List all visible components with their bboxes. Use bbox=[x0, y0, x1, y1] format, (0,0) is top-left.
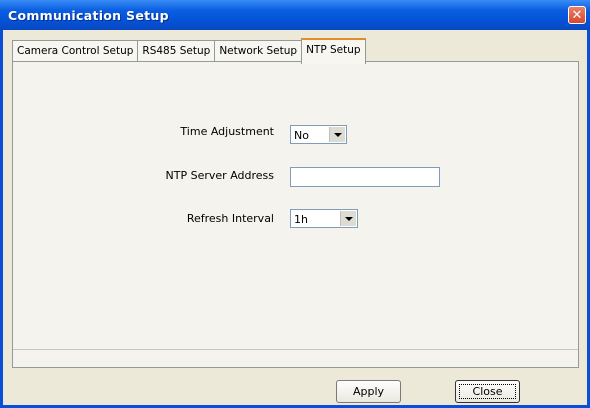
focus-rectangle bbox=[459, 384, 516, 399]
refresh-interval-label: Refresh Interval bbox=[186, 212, 274, 225]
time-adjustment-label: Time Adjustment bbox=[180, 125, 274, 138]
tab-rs485-setup[interactable]: RS485 Setup bbox=[137, 40, 215, 62]
title-bar[interactable]: Communication Setup ✕ bbox=[0, 0, 590, 30]
chevron-down-icon[interactable] bbox=[329, 127, 345, 142]
tab-network-setup[interactable]: Network Setup bbox=[214, 40, 302, 62]
ntp-server-address-label: NTP Server Address bbox=[165, 169, 274, 182]
time-adjustment-value: No bbox=[294, 129, 309, 142]
window-title: Communication Setup bbox=[8, 8, 169, 23]
tab-ntp-setup[interactable]: NTP Setup bbox=[301, 38, 366, 64]
tab-camera-control-setup[interactable]: Camera Control Setup bbox=[12, 40, 138, 62]
ntp-server-address-input[interactable] bbox=[290, 167, 440, 187]
panel-divider bbox=[13, 349, 578, 350]
dialog-window: Communication Setup ✕ Camera Control Set… bbox=[0, 0, 590, 408]
apply-button[interactable]: Apply bbox=[336, 380, 401, 403]
tab-panel-ntp: Time Adjustment No NTP Server Address Re… bbox=[12, 61, 579, 368]
refresh-interval-select[interactable]: 1h bbox=[290, 209, 358, 228]
close-button[interactable]: Close bbox=[455, 380, 520, 403]
refresh-interval-value: 1h bbox=[294, 213, 308, 226]
close-icon[interactable]: ✕ bbox=[568, 6, 586, 24]
time-adjustment-select[interactable]: No bbox=[290, 125, 347, 144]
chevron-down-icon[interactable] bbox=[340, 211, 356, 226]
tab-strip: Camera Control Setup RS485 Setup Network… bbox=[12, 38, 366, 64]
